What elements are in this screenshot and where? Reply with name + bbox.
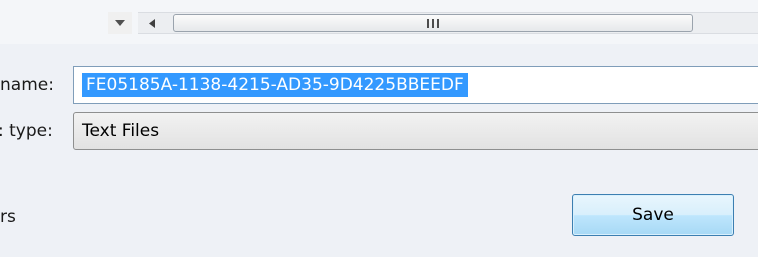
- file-name-field[interactable]: FE05185A-1138-4215-AD35-9D4225BBEEDF: [73, 66, 758, 104]
- scroll-left-button[interactable]: [138, 13, 166, 33]
- file-name-value: FE05185A-1138-4215-AD35-9D4225BBEEDF: [82, 73, 468, 97]
- scrollbar-strip: [0, 0, 758, 44]
- save-as-type-value: Text Files: [82, 121, 160, 141]
- chevron-down-icon: [115, 20, 125, 26]
- dropdown-arrow-button[interactable]: [108, 12, 132, 34]
- grip-icon: [427, 18, 439, 28]
- arrow-left-icon: [149, 18, 155, 28]
- save-as-type-select[interactable]: Text Files: [73, 112, 758, 150]
- scroll-thumb[interactable]: [173, 14, 693, 32]
- save-as-type-label: : type:: [0, 121, 53, 141]
- folders-toggle-label[interactable]: rs: [0, 207, 16, 227]
- save-button[interactable]: Save: [572, 194, 734, 236]
- horizontal-scrollbar[interactable]: [138, 12, 758, 34]
- file-name-label: name:: [0, 75, 54, 95]
